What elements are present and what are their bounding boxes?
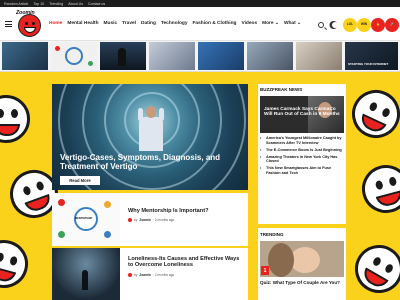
thumb-5[interactable] [198, 42, 244, 70]
menu-item-what[interactable]: What ⌄ [284, 21, 301, 26]
featured-news[interactable]: James Carmack Says CarmaCo Will Run Out … [260, 96, 344, 133]
author-avatar [128, 273, 132, 277]
article-card-mentorship[interactable]: MENTORSHIP Why Mentorship Is Important? … [52, 193, 248, 246]
bg-smiley [346, 236, 400, 300]
hero-article[interactable]: Vertigo-Cases, Symptoms, Diagnosis, and … [52, 84, 248, 190]
topbar-link-top10[interactable]: Top 10 [33, 2, 44, 6]
card-author[interactable]: Zoomin [139, 273, 151, 277]
news-list: • America's Youngest Millionaire Caught b… [260, 136, 344, 178]
card-author[interactable]: Zoomin [139, 218, 151, 222]
card-image-loneliness[interactable] [52, 248, 120, 300]
thumb-1[interactable] [2, 42, 48, 70]
dark-mode-icon[interactable] [332, 22, 338, 28]
thumb-8[interactable]: STARTING YOUR INTERNET [345, 42, 398, 70]
trending-heading: TRENDING [260, 232, 284, 237]
hero-person-image [138, 106, 164, 154]
thumb-4[interactable] [149, 42, 195, 70]
main-header: Zoomin Home Mental Health Music Travel D… [0, 7, 400, 41]
author-avatar [128, 218, 132, 222]
topbar-link-about[interactable]: About Us [68, 2, 83, 6]
menu-item-music[interactable]: Music [104, 21, 118, 26]
top-bar: Random Article Top 10 Trending About Us … [0, 0, 400, 7]
smiley-logo-icon [18, 14, 41, 37]
thumb-caption: STARTING YOUR INTERNET [348, 62, 389, 66]
site-logo[interactable]: Zoomin [16, 9, 43, 39]
featured-thumbnail-strip: STARTING YOUR INTERNET [0, 41, 400, 72]
list-item[interactable]: • The E-Commerce Boom Is Just Beginning [260, 148, 344, 153]
trending-rank-badge: 1 [261, 266, 269, 275]
card-title[interactable]: Loneliness-Its Causes and Effective Ways… [128, 256, 244, 269]
card-time: · 2 months ago [152, 273, 175, 277]
thumb-7[interactable] [296, 42, 342, 70]
menu-item-dating[interactable]: Dating [141, 21, 156, 26]
widget-heading: BUZZFREAK NEWS [260, 87, 303, 92]
mentorship-badge: MENTORSHIP [75, 217, 93, 220]
menu-item-technology[interactable]: Technology [161, 21, 188, 26]
hamburger-menu-icon[interactable] [5, 21, 12, 27]
win-badge-button[interactable]: WIN [357, 18, 371, 32]
featured-news-title[interactable]: James Carmack Says CarmaCo Will Run Out … [264, 107, 340, 118]
menu-item-more[interactable]: More ⌄ [262, 21, 279, 26]
bg-smiley [0, 234, 34, 294]
main-menu: Home Mental Health Music Travel Dating T… [49, 21, 301, 26]
thumb-2[interactable] [51, 42, 97, 70]
menu-item-videos[interactable]: Videos [241, 21, 257, 26]
search-icon[interactable] [318, 22, 324, 28]
list-item[interactable]: • This New Smartglasses Aim to Fuse Fashi… [260, 166, 344, 175]
article-card-loneliness[interactable]: Loneliness-Its Causes and Effective Ways… [52, 248, 248, 300]
menu-item-mental-health[interactable]: Mental Health [67, 21, 98, 26]
menu-item-fashion[interactable]: Fashion & Clothing [193, 21, 237, 26]
card-time: · 2 months ago [152, 218, 175, 222]
lol-badge-button[interactable]: LOL [343, 18, 357, 32]
card-meta: by Zoomin · 2 months ago [128, 218, 174, 222]
menu-item-travel[interactable]: Travel [122, 21, 136, 26]
card-image-mentorship[interactable]: MENTORSHIP [52, 193, 120, 246]
hero-title[interactable]: Vertigo-Cases, Symptoms, Diagnosis, and … [60, 153, 240, 171]
trending-image[interactable] [260, 241, 344, 277]
trending-title[interactable]: Quiz: What Type Of Couple Are You? [260, 280, 344, 285]
list-item[interactable]: • Amazing Theaters in New York City Has C… [260, 155, 344, 164]
logo-text: Zoomin [16, 10, 35, 16]
topbar-link-trending[interactable]: Trending [49, 2, 63, 6]
thumb-3[interactable] [100, 42, 146, 70]
bg-smiley [356, 159, 400, 219]
rocket-badge-button[interactable]: 🚀 [385, 18, 399, 32]
bg-smiley [344, 82, 400, 146]
buzzfreak-news-widget: BUZZFREAK NEWS James Carmack Says CarmaC… [258, 84, 346, 224]
thumb-6[interactable] [247, 42, 293, 70]
list-item[interactable]: • America's Youngest Millionaire Caught b… [260, 136, 344, 145]
read-more-button[interactable]: Read More [60, 176, 100, 185]
bg-smiley [0, 95, 30, 143]
card-title[interactable]: Why Mentorship Is Important? [128, 208, 244, 214]
trending-widget: TRENDING 1 Quiz: What Type Of Couple Are… [258, 228, 346, 300]
topbar-link-contact[interactable]: Contact us [88, 2, 105, 6]
menu-item-home[interactable]: Home [49, 21, 62, 26]
topbar-link-random[interactable]: Random Article [4, 2, 28, 6]
fire-badge-button[interactable]: 🔥 [371, 18, 385, 32]
card-meta: by Zoomin · 2 months ago [128, 273, 174, 277]
